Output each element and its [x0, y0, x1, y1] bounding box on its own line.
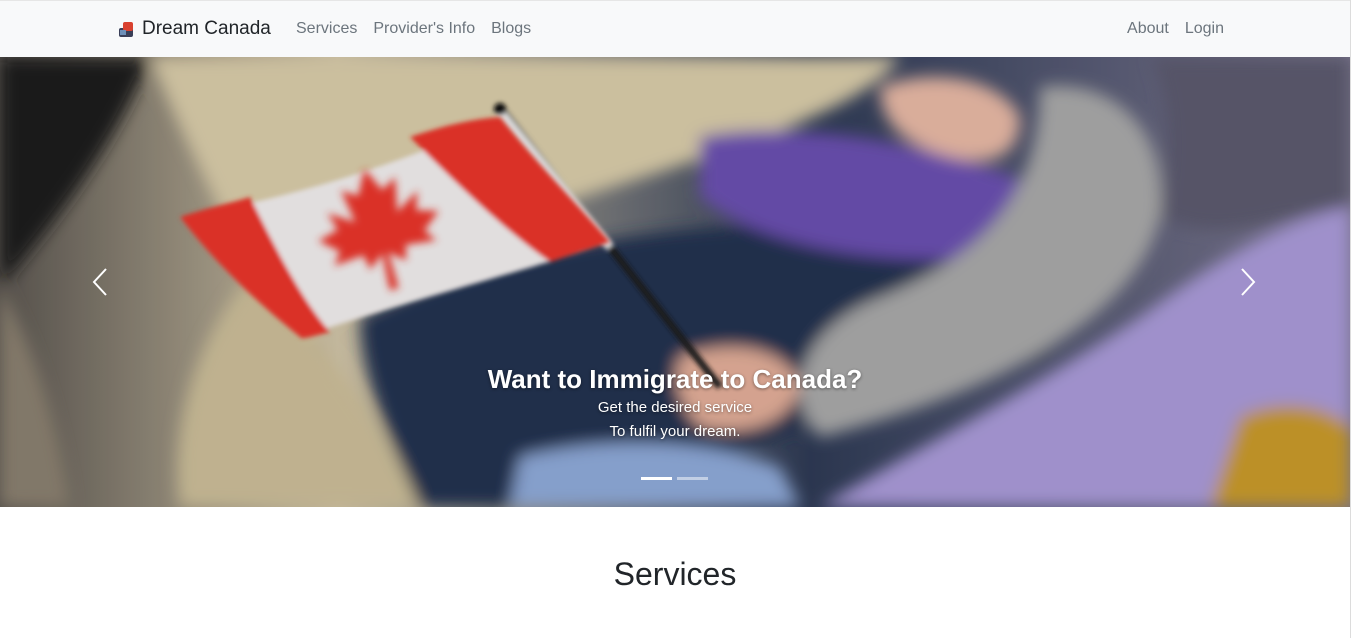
brand-name: Dream Canada [142, 18, 271, 39]
carousel-indicator-2[interactable] [677, 477, 708, 480]
hero-carousel: Want to Immigrate to Canada? Get the des… [0, 57, 1350, 507]
carousel-caption: Want to Immigrate to Canada? Get the des… [375, 362, 975, 444]
caption-title: Want to Immigrate to Canada? [487, 364, 863, 394]
services-heading: Services [613, 556, 737, 592]
carousel-indicator-1[interactable] [641, 477, 672, 480]
nav-providers-info-link[interactable]: Provider's Info [373, 20, 475, 38]
caption-line-1: Get the desired service [597, 399, 753, 416]
carousel-prev-button[interactable] [76, 257, 126, 307]
nav-services-link[interactable]: Services [296, 20, 357, 38]
carousel-next-button[interactable] [1222, 257, 1272, 307]
nav-login-link[interactable]: Login [1185, 20, 1224, 38]
carousel-indicators [641, 477, 708, 480]
nav-right: About Login [1127, 20, 1224, 38]
nav-left: Services Provider's Info Blogs [296, 20, 531, 38]
navbar: Dream Canada Services Provider's Info Bl… [0, 0, 1350, 57]
page: Dream Canada Services Provider's Info Bl… [0, 0, 1351, 638]
nav-blogs-link[interactable]: Blogs [491, 20, 531, 38]
caption-line-2: To fulfil your dream. [609, 423, 741, 440]
chevron-left-icon [92, 268, 107, 296]
brand-link[interactable]: Dream Canada [117, 18, 271, 40]
brand-logo-icon [119, 22, 133, 37]
chevron-right-icon [1241, 268, 1256, 296]
nav-about-link[interactable]: About [1127, 20, 1169, 38]
